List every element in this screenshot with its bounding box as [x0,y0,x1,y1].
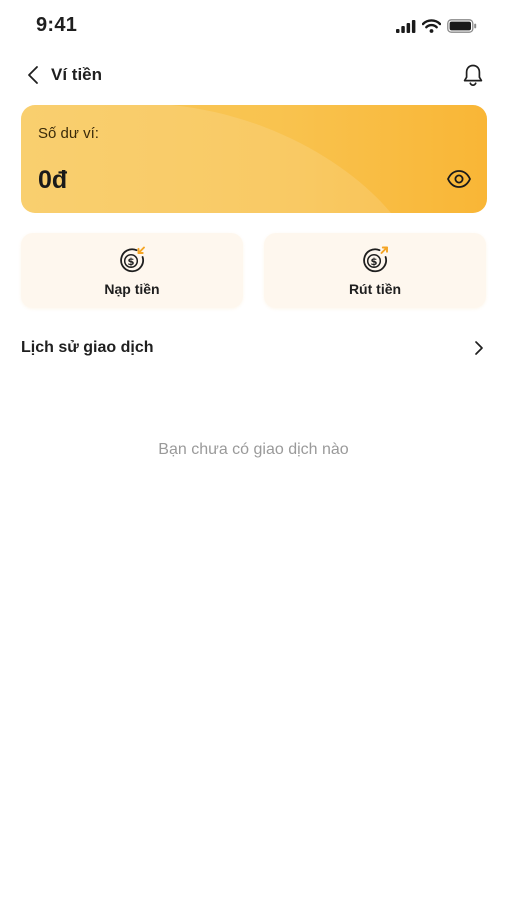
balance-label: Số dư ví: [38,125,99,142]
transaction-history-link[interactable]: Lịch sử giao dịch [21,333,487,363]
header: Ví tiền [0,54,507,96]
empty-state-text: Bạn chưa có giao dịch nào [158,441,349,458]
toggle-balance-visibility-button[interactable] [445,167,473,191]
svg-text:$: $ [128,257,135,268]
status-bar: 9:41 [0,0,507,54]
chevron-left-icon [28,66,38,84]
balance-card: Số dư ví: 0đ [21,105,487,213]
deposit-button[interactable]: $ Nạp tiền [21,233,243,308]
svg-text:$: $ [371,257,378,268]
deposit-dollar-icon: $ [120,246,145,273]
battery-icon [447,19,477,33]
cellular-signal-icon [396,19,416,33]
bell-icon [463,64,483,87]
eye-icon [447,170,471,188]
status-time: 9:41 [36,14,78,36]
status-icons [396,17,477,35]
deposit-label: Nạp tiền [104,281,160,297]
back-button[interactable] [20,60,46,90]
page-title: Ví tiền [51,65,103,84]
wifi-icon [422,19,441,33]
withdraw-dollar-icon: $ [363,246,388,273]
withdraw-label: Rút tiền [348,281,402,297]
balance-value: 0đ [38,166,68,194]
withdraw-button[interactable]: $ Rút tiền [264,233,486,308]
chevron-right-icon [471,337,487,359]
transaction-history-title: Lịch sử giao dịch [21,339,154,356]
notification-button[interactable] [459,60,487,90]
card-decoration [21,105,391,213]
